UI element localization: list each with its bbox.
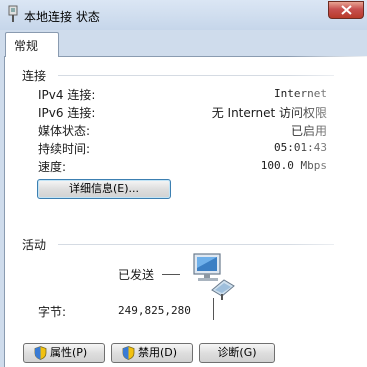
network-adapter-icon bbox=[8, 5, 18, 22]
tab-general[interactable]: 常规 bbox=[5, 32, 59, 57]
diagnose-button-label: 诊断(G) bbox=[217, 346, 257, 359]
bytes-label: 字节: bbox=[38, 305, 67, 319]
ipv6-value: 无 Internet 访问权限 bbox=[211, 106, 327, 120]
sent-label: 已发送 bbox=[118, 268, 155, 282]
received-line bbox=[213, 298, 214, 320]
properties-button[interactable]: 属性(P) bbox=[23, 343, 105, 363]
bytes-sent-value: 249,825,280 bbox=[118, 304, 191, 317]
title-bar[interactable]: 本地连接 状态 bbox=[0, 0, 367, 30]
ipv6-label: IPv6 连接: bbox=[38, 106, 96, 120]
diagnose-button[interactable]: 诊断(G) bbox=[199, 343, 275, 363]
tab-general-label: 常规 bbox=[14, 39, 39, 53]
activity-group-title: 活动 bbox=[22, 238, 47, 252]
duration-label: 持续时间: bbox=[38, 142, 91, 156]
connection-group-title: 连接 bbox=[22, 69, 47, 83]
media-status-label: 媒体状态: bbox=[38, 124, 91, 138]
uac-shield-icon bbox=[34, 346, 47, 360]
disable-button-label: 禁用(D) bbox=[138, 346, 178, 359]
ipv4-value: Internet bbox=[274, 87, 327, 100]
details-button-label: 详细信息(E)... bbox=[68, 182, 140, 195]
close-icon bbox=[341, 5, 352, 15]
details-button[interactable]: 详细信息(E)... bbox=[37, 179, 171, 199]
connection-separator bbox=[58, 75, 334, 76]
window-title: 本地连接 状态 bbox=[24, 10, 100, 24]
network-computer-icon bbox=[193, 253, 235, 300]
media-status-value: 已启用 bbox=[290, 124, 327, 138]
disable-button[interactable]: 禁用(D) bbox=[111, 343, 193, 363]
duration-value: 05:01:43 bbox=[274, 141, 327, 154]
uac-shield-icon bbox=[122, 346, 135, 360]
speed-value: 100.0 Mbps bbox=[260, 159, 327, 172]
speed-label: 速度: bbox=[38, 160, 67, 174]
properties-button-label: 属性(P) bbox=[50, 346, 88, 359]
close-button[interactable] bbox=[328, 1, 364, 19]
activity-separator bbox=[58, 244, 334, 245]
ipv4-label: IPv4 连接: bbox=[38, 88, 96, 102]
sent-line bbox=[162, 274, 180, 275]
